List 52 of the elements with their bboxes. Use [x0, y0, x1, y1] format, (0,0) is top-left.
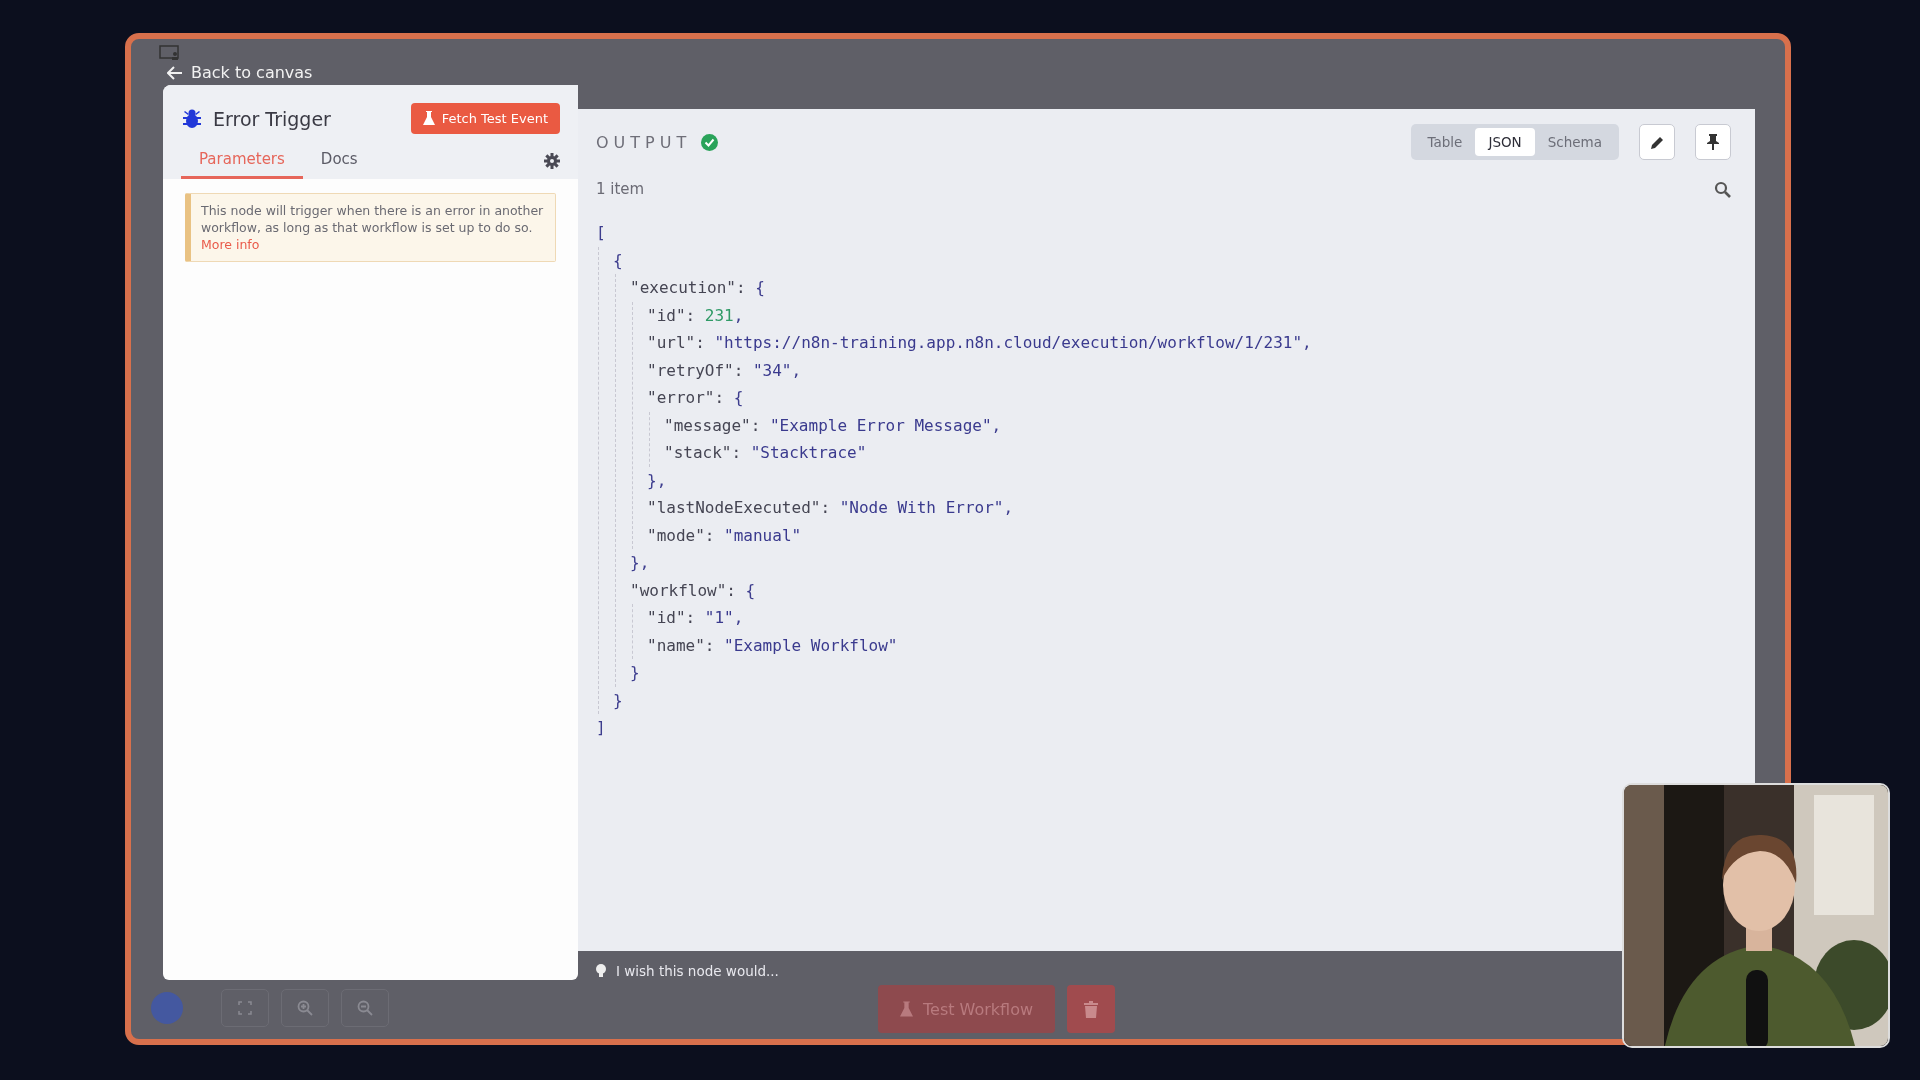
code-line: "id": "1",: [647, 607, 744, 629]
lightbulb-icon: [596, 964, 606, 978]
panel-tab[interactable]: Parameters: [181, 150, 303, 179]
code-line: "name": "Example Workflow": [647, 634, 898, 657]
pencil-icon: [1649, 134, 1665, 150]
code-line: {: [613, 249, 623, 272]
trash-icon: [1084, 1000, 1099, 1018]
flask-icon: [422, 111, 435, 126]
code-line: "message": "Example Error Message",: [664, 414, 1002, 437]
edit-button[interactable]: [1639, 124, 1675, 160]
code-line: "error": {: [647, 387, 744, 409]
fit-view-button[interactable]: [221, 989, 269, 1027]
pin-icon: [1707, 134, 1719, 150]
code-line: "stack": "Stacktrace": [664, 442, 867, 464]
output-title: OUTPUT: [596, 132, 692, 152]
code-line: "id": 231,: [647, 304, 744, 327]
bug-icon: [181, 107, 203, 130]
item-count: 1 item: [596, 180, 645, 198]
search-icon[interactable]: [1714, 180, 1731, 198]
zoom-out-button[interactable]: [341, 989, 389, 1027]
view-tab[interactable]: JSON: [1475, 128, 1535, 156]
zoom-in-button[interactable]: [281, 989, 329, 1027]
code-line: "retryOf": "34",: [647, 359, 802, 382]
more-info-link[interactable]: More info: [201, 237, 260, 252]
screen-share-icon[interactable]: [159, 45, 181, 61]
settings-icon[interactable]: [544, 153, 560, 169]
code-line: "workflow": {: [630, 579, 756, 602]
flask-icon: [900, 1000, 913, 1018]
code-line: "url": "https://n8n-training.app.n8n.cloud/execution/workflow/1/231",: [647, 332, 1312, 354]
code-line: "execution": {: [630, 277, 765, 299]
pin-button[interactable]: [1695, 124, 1731, 160]
delete-button[interactable]: [1067, 985, 1116, 1033]
view-tab[interactable]: Schema: [1534, 128, 1615, 156]
code-line: "lastNodeExecuted": "Node With Error",: [647, 497, 1014, 519]
code-line: }: [630, 662, 640, 684]
code-line: },: [630, 552, 650, 574]
zoom-in-icon: [297, 1000, 313, 1016]
panel-tab[interactable]: Docs: [302, 150, 376, 179]
node-title: Error Trigger: [213, 107, 331, 130]
code-line: }: [613, 689, 623, 712]
view-tab[interactable]: Table: [1414, 128, 1476, 156]
feedback-prompt[interactable]: I wish this node would...: [596, 963, 779, 979]
fetch-test-event-button[interactable]: Fetch Test Event: [410, 103, 560, 134]
code-line: },: [647, 469, 667, 492]
code-line: ]: [596, 717, 606, 739]
back-link[interactable]: Back to canvas: [167, 63, 313, 82]
code-line: "mode": "manual": [647, 524, 802, 547]
info-notice: This node will trigger when there is an error in another workflow, as long as that workflow is set up to do so. More info: [185, 193, 556, 262]
expand-icon: [238, 1001, 252, 1015]
arrow-left-icon: [167, 65, 183, 80]
code-line: [: [596, 222, 606, 244]
zoom-out-icon: [357, 1000, 373, 1016]
